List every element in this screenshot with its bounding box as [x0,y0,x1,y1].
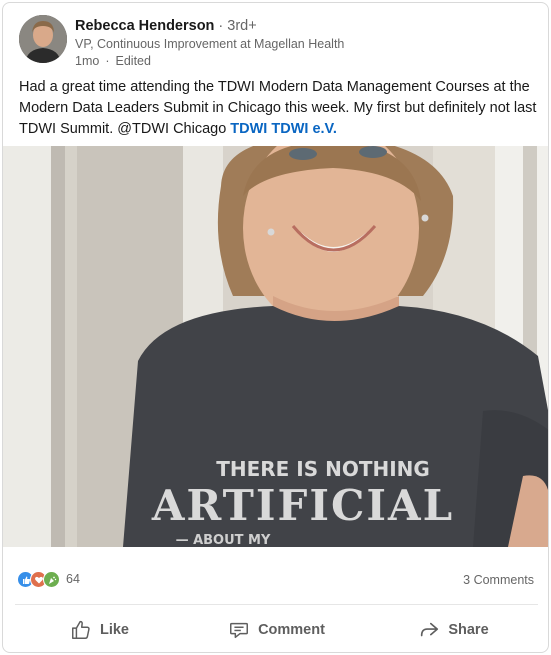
author-name[interactable]: Rebecca Henderson [75,18,214,34]
share-arrow-icon [421,622,439,637]
connection-degree: 3rd+ [227,18,257,34]
shirt-text-line3: — ABOUT MY [176,533,271,547]
post-time-line: 1mo · Edited [75,53,344,70]
mention-link[interactable]: TDWI TDWI e.V. [230,121,337,137]
social-counts: 64 3 Comments [17,569,534,593]
author-meta: Rebecca Henderson · 3rd+ VP, Continuous Im… [75,17,344,70]
shirt-text-line2: ARTIFICIAL [151,481,454,530]
thumbs-up-icon [72,620,90,639]
comment-button[interactable]: Comment [188,609,365,651]
like-label: Like [99,622,129,638]
post-image[interactable]: THERE IS NOTHING ARTIFICIAL — ABOUT MY [3,146,548,547]
post-header: Rebecca Henderson · 3rd+ VP, Continuous Im… [19,15,534,70]
comment-label: Comment [258,622,325,638]
edited-label: Edited [115,54,151,68]
like-button[interactable]: Like [11,609,188,651]
share-label: Share [448,622,489,638]
reactions-summary[interactable]: 64 [17,571,80,588]
author-headline: VP, Continuous Improvement at Magellan H… [75,37,345,51]
comments-count[interactable]: 3 Comments [463,573,534,587]
comment-icon [230,622,249,639]
post-text: Had a great time attending the TDWI Mode… [19,77,539,140]
reaction-count: 64 [66,572,80,586]
author-avatar[interactable] [19,15,67,63]
feed-post-card: Rebecca Henderson · 3rd+ VP, Continuous Im… [2,2,549,653]
celebrate-icon [43,571,60,588]
name-separator: · [218,18,224,34]
shirt-text-line1: THERE IS NOTHING [216,457,430,481]
time-separator: · [105,54,110,68]
share-button[interactable]: Share [365,609,542,651]
author-name-line: Rebecca Henderson · 3rd+ [75,17,344,35]
post-time: 1mo [75,54,100,68]
actions-divider [15,604,538,605]
post-actions: Like Comment Share [11,609,542,651]
